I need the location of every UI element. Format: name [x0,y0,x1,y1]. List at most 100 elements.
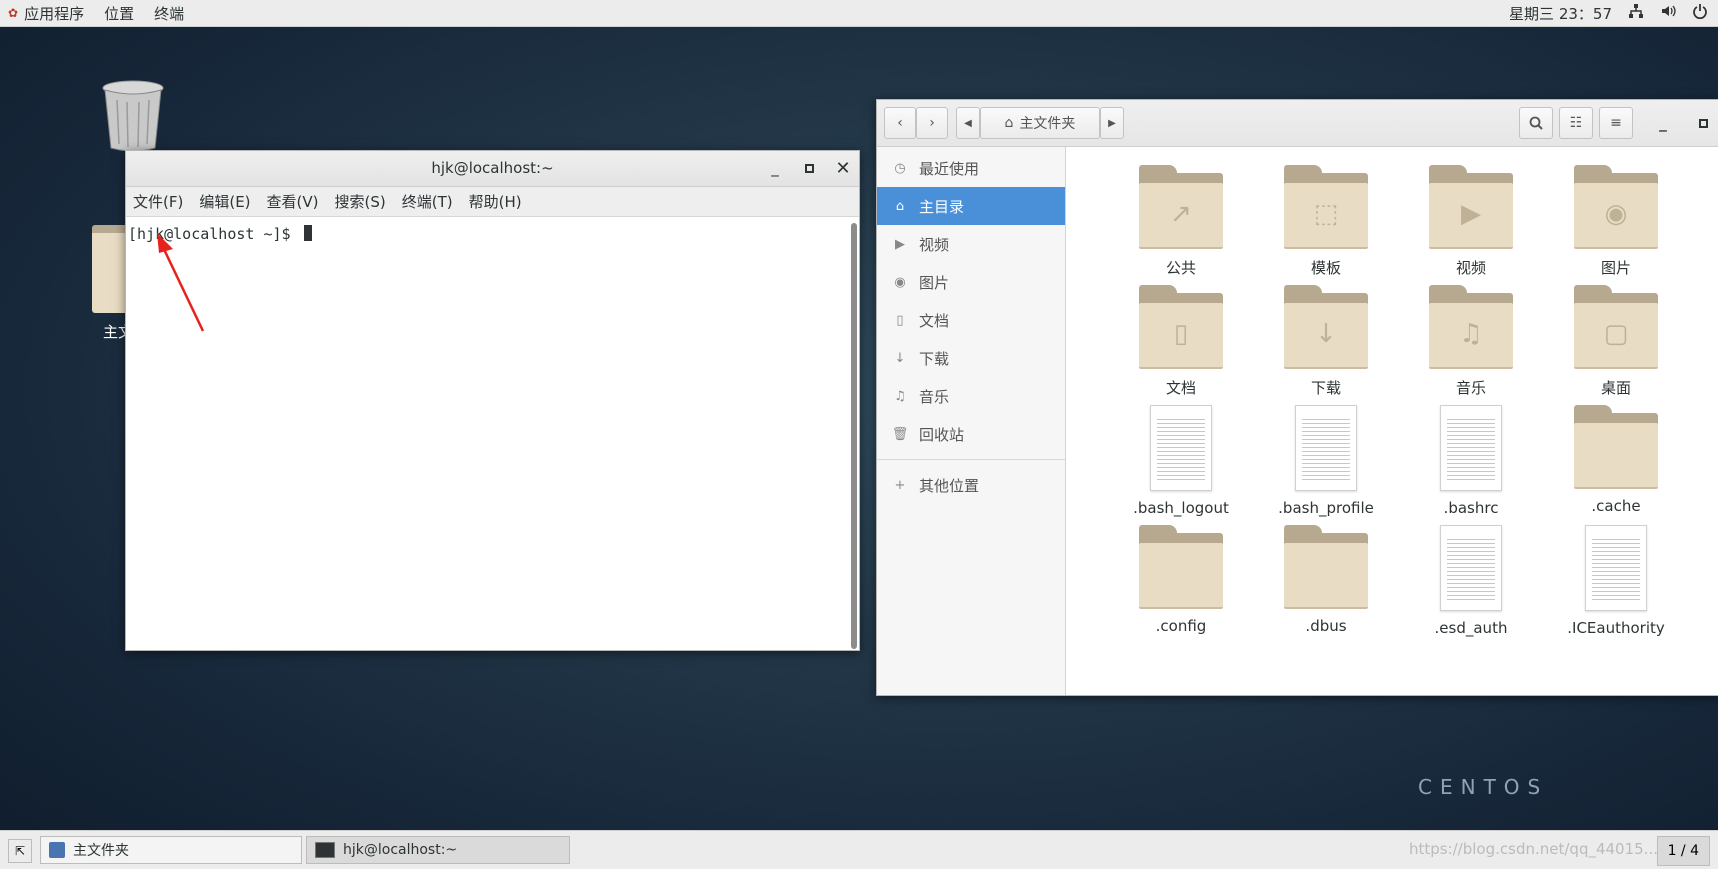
trash-icon [102,80,164,152]
volume-icon[interactable] [1660,3,1676,23]
sidebar-item-downloads[interactable]: ↓ 下载 [877,339,1065,377]
folder-icon: ⬚ [1284,165,1368,249]
path-left-button[interactable]: ◀ [956,107,980,139]
path-home-button[interactable]: ⌂ 主文件夹 [980,107,1100,139]
folder-icon [1284,525,1368,609]
file-item[interactable]: .esd_auth [1396,525,1546,637]
file-item[interactable]: .ICEauthority [1541,525,1691,637]
file-item[interactable]: .bashrc [1396,405,1546,517]
task-terminal[interactable]: hjk@localhost:~ [306,836,570,864]
maximize-icon [1698,118,1708,128]
folder-glyph-icon: ↗ [1170,199,1192,229]
camera-icon: ◉ [894,274,906,290]
sidebar-item-label: 文档 [919,311,950,330]
power-icon[interactable] [1692,3,1708,23]
folder-item[interactable]: ↓ 下载 [1251,285,1401,398]
menu-view[interactable]: 查看(V) [267,191,319,212]
folder-item[interactable]: ⬚ 模板 [1251,165,1401,278]
folder-icon: ◉ [1574,165,1658,249]
sidebar-item-label: 最近使用 [919,159,980,178]
folder-item[interactable]: .dbus [1251,525,1401,635]
item-label: 文档 [1165,379,1196,397]
file-item[interactable]: .bash_profile [1251,405,1401,517]
item-label: 桌面 [1600,379,1631,397]
minimize-button[interactable]: _ [765,155,785,181]
sidebar-item-other-locations[interactable]: + 其他位置 [877,466,1065,504]
folder-item[interactable]: ♫ 音乐 [1396,285,1546,398]
file-item[interactable]: .bash_logout [1106,405,1256,517]
item-label: .bash_profile [1278,499,1374,517]
item-label: .ICEauthority [1567,619,1665,637]
show-desktop-button[interactable]: ⇱ [8,839,32,863]
sidebar-item-trash[interactable]: 🗑 回收站 [877,415,1065,453]
folder-icon [1139,525,1223,609]
sidebar-item-documents[interactable]: ▯ 文档 [877,301,1065,339]
text-file-icon [1150,405,1212,491]
sidebar-item-label: 其他位置 [919,476,980,495]
forward-button[interactable]: › [916,107,948,139]
menu-help[interactable]: 帮助(H) [469,191,522,212]
top-bar: ✿ 应用程序 位置 终端 星期三 23：57 [0,0,1718,27]
item-label: 公共 [1165,259,1196,277]
folder-item[interactable]: .cache [1541,405,1691,515]
item-label: 视频 [1455,259,1486,277]
view-toggle-button[interactable]: ☷ [1559,107,1593,139]
path-right-button[interactable]: ▶ [1100,107,1124,139]
sidebar-item-label: 音乐 [919,387,950,406]
item-label: 下载 [1310,379,1341,397]
folder-item[interactable]: ◉ 图片 [1541,165,1691,278]
clock[interactable]: 星期三 23：57 [1509,3,1612,24]
menu-file[interactable]: 文件(F) [133,191,183,212]
files-headerbar[interactable]: ‹ › ◀ ⌂ 主文件夹 ▶ ☷ ≡ _ [877,100,1718,147]
hamburger-icon: ≡ [1610,115,1622,131]
menu-terminal[interactable]: 终端(T) [402,191,453,212]
chevron-left-icon: ‹ [897,115,903,131]
menu-search[interactable]: 搜索(S) [335,191,386,212]
minimize-icon: _ [1659,114,1667,132]
sidebar-item-pictures[interactable]: ◉ 图片 [877,263,1065,301]
menu-edit[interactable]: 编辑(E) [199,191,250,212]
applications-menu[interactable]: ✿ 应用程序 [8,3,84,24]
terminal-app-menu[interactable]: 终端 [154,3,184,24]
search-button[interactable] [1519,107,1553,139]
text-file-icon [1295,405,1357,491]
back-button[interactable]: ‹ [884,107,916,139]
task-label: hjk@localhost:~ [343,842,458,858]
red-arrow-annotation [157,233,205,332]
desktop: { "topbar": { "apps": "应用程序", "places": … [0,0,1718,869]
close-button[interactable]: ✕ [833,155,853,181]
files-maximize-button[interactable] [1693,110,1713,136]
terminal-scrollbar[interactable] [851,223,857,649]
folder-icon: ♫ [1429,285,1513,369]
centos-brand: CENTOS [1418,775,1549,799]
workspace-indicator[interactable]: 1 / 4 [1656,836,1710,866]
sidebar-item-recent[interactable]: ◷ 最近使用 [877,149,1065,187]
sidebar-item-videos[interactable]: ▶ 视频 [877,225,1065,263]
task-label: 主文件夹 [73,843,129,859]
terminal-window: hjk@localhost:~ _ ✕ 文件(F) 编辑(E) 查看(V) 搜索… [125,150,860,651]
folder-item[interactable]: ▶ 视频 [1396,165,1546,278]
path-label: 主文件夹 [1019,116,1076,132]
network-icon[interactable] [1628,3,1644,23]
maximize-button[interactable] [799,155,819,181]
terminal-body[interactable]: [hjk@localhost ~]$ [126,217,859,650]
search-icon [1529,116,1543,130]
sidebar-item-home[interactable]: ⌂ 主目录 [877,187,1065,225]
places-menu[interactable]: 位置 [104,3,134,24]
folder-item[interactable]: ▯ 文档 [1106,285,1256,398]
terminal-titlebar[interactable]: hjk@localhost:~ _ ✕ [126,151,859,187]
folder-icon [1574,405,1658,489]
applications-label: 应用程序 [24,4,85,23]
menu-button[interactable]: ≡ [1599,107,1633,139]
folder-glyph-icon: ⬚ [1313,199,1339,229]
download-icon: ↓ [894,350,906,366]
folder-item[interactable]: ▢ 桌面 [1541,285,1691,398]
files-minimize-button[interactable]: _ [1653,110,1673,136]
terminal-menubar: 文件(F) 编辑(E) 查看(V) 搜索(S) 终端(T) 帮助(H) [126,187,859,217]
folder-item[interactable]: .config [1106,525,1256,635]
sidebar-item-music[interactable]: ♫ 音乐 [877,377,1065,415]
folder-item[interactable]: ↗ 公共 [1106,165,1256,278]
files-app-icon [49,842,65,858]
sidebar-divider [877,459,1065,460]
task-files[interactable]: 主文件夹 [40,836,302,864]
